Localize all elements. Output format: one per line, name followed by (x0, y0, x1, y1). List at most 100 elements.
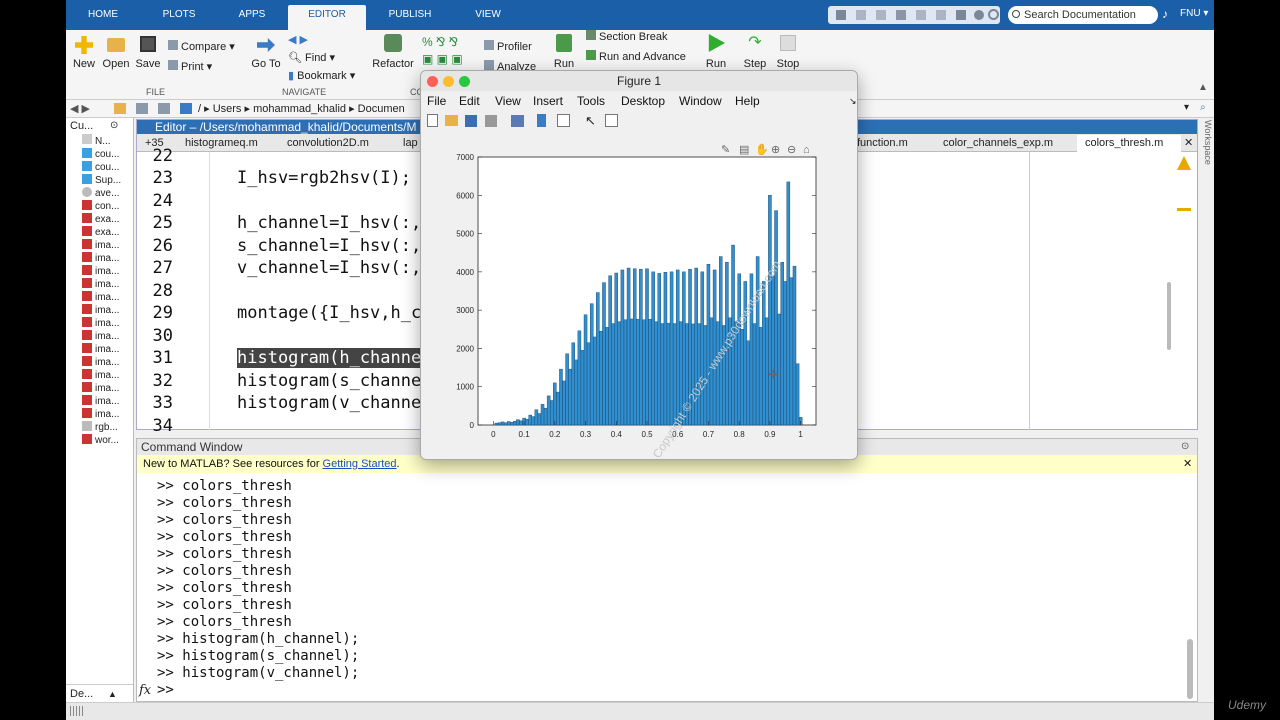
file-item[interactable]: ima... (82, 408, 119, 420)
file-item[interactable]: ima... (82, 291, 119, 303)
file-item[interactable]: ima... (82, 278, 119, 290)
file-item[interactable]: ima... (82, 369, 119, 381)
help-icon[interactable] (974, 10, 984, 20)
tab-view[interactable]: VIEW (468, 7, 508, 30)
menu-desktop[interactable]: Desktop (621, 91, 665, 111)
cut-icon[interactable] (856, 10, 866, 20)
file-item[interactable]: wor... (82, 434, 119, 446)
file-item[interactable]: cou... (82, 161, 119, 173)
nav-back-forward-icons[interactable]: ◀ ▶ (70, 102, 90, 115)
undock-icon[interactable]: ↘ (849, 91, 857, 111)
command-menu-icon[interactable]: ⊙ (1181, 441, 1189, 452)
print-button[interactable]: Print ▾ (168, 60, 228, 73)
colorbar-icon[interactable] (537, 114, 546, 127)
print-figure-icon[interactable] (485, 115, 497, 127)
back-forward-icons[interactable]: ◀ ▶ (288, 33, 328, 46)
file-item[interactable]: rgb... (82, 421, 118, 433)
warning-marker[interactable] (1177, 208, 1191, 211)
tab-histogrameq[interactable]: histogrameq.m (177, 135, 273, 152)
search-documentation-input[interactable]: Search Documentation (1008, 6, 1158, 24)
switch-windows-icon[interactable] (956, 10, 966, 20)
file-item[interactable]: ima... (82, 317, 119, 329)
home-icon[interactable]: ⌂ (803, 144, 810, 156)
copy-icon[interactable] (876, 10, 886, 20)
minimize-window-icon[interactable] (443, 76, 454, 87)
open-file-icon[interactable] (445, 115, 458, 126)
stop-button[interactable]: Stop (774, 34, 802, 70)
up-folder-icon[interactable] (114, 103, 126, 114)
file-item[interactable]: exa... (82, 213, 119, 225)
browse-icon[interactable] (136, 103, 148, 114)
file-item[interactable]: Sup... (82, 174, 121, 186)
run-section-button[interactable]: Run (550, 34, 578, 70)
file-item[interactable]: exa... (82, 226, 119, 238)
step-button[interactable]: ↷ Step (740, 34, 770, 70)
name-column-header[interactable]: N... (82, 134, 111, 147)
command-prompt[interactable]: >> (157, 682, 174, 698)
profiler-button[interactable]: Profiler (484, 40, 538, 53)
file-item[interactable]: ima... (82, 330, 119, 342)
pointer-icon[interactable]: ↖ (585, 113, 596, 129)
file-item[interactable]: ima... (82, 382, 119, 394)
zoom-out-icon[interactable]: ⊖ (787, 144, 796, 156)
run-advance-button[interactable]: Run and Advance (586, 50, 686, 63)
open-button[interactable]: Open (102, 36, 130, 70)
pan-icon[interactable]: ✋ (755, 143, 769, 156)
tab-colors-thresh[interactable]: colors_thresh.m (1077, 135, 1181, 152)
menu-edit[interactable]: Edit (459, 91, 480, 111)
goto-button[interactable]: Go To (248, 36, 284, 70)
save-button[interactable]: Save (134, 36, 162, 70)
zoom-window-icon[interactable] (459, 76, 470, 87)
editor-scrollbar[interactable] (1167, 282, 1171, 350)
compare-button[interactable]: Compare ▾ (168, 40, 240, 53)
collapse-ribbon-icon[interactable]: ▲ (1198, 82, 1208, 93)
tab-publish[interactable]: PUBLISH (384, 7, 436, 30)
property-inspector-icon[interactable] (605, 114, 618, 127)
find-button[interactable]: 🔍︎ Find ▾ (288, 51, 348, 64)
bell-icon[interactable]: ♪ (1162, 8, 1174, 20)
tab-convolution2d[interactable]: convolution2D.m (279, 135, 391, 152)
close-tab-icon[interactable]: ✕ (1184, 136, 1193, 149)
file-item[interactable]: ave... (82, 187, 119, 199)
menu-file[interactable]: File (427, 91, 446, 111)
paste-icon[interactable] (896, 10, 906, 20)
user-menu[interactable]: FNU ▾ (1180, 8, 1208, 19)
details-panel[interactable]: De... ▲ (66, 684, 133, 702)
link-plot-icon[interactable] (511, 115, 524, 127)
close-window-icon[interactable] (427, 76, 438, 87)
save-icon[interactable] (836, 10, 846, 20)
section-break-button[interactable]: Section Break (586, 30, 686, 43)
redo-icon[interactable] (936, 10, 946, 20)
new-button[interactable]: New (70, 36, 98, 70)
file-item[interactable]: ima... (82, 252, 119, 264)
menu-insert[interactable]: Insert (533, 91, 563, 111)
close-banner-icon[interactable]: ✕ (1183, 455, 1192, 473)
menu-window[interactable]: Window (679, 91, 722, 111)
command-scrollbar[interactable] (1187, 639, 1193, 699)
menu-tools[interactable]: Tools (577, 91, 605, 111)
save-figure-icon[interactable] (465, 115, 477, 127)
file-item[interactable]: ima... (82, 265, 119, 277)
undo-icon[interactable] (916, 10, 926, 20)
tab-home[interactable]: HOME (80, 7, 126, 30)
comment-indent-icons[interactable]: % ⅋ ⅋ ▣ ▣ ▣ (422, 34, 478, 70)
run-button[interactable]: Run (702, 34, 730, 70)
address-search-icon[interactable]: ⌕ (1200, 102, 1206, 113)
file-item[interactable]: ima... (82, 239, 119, 251)
file-item[interactable]: ima... (82, 356, 119, 368)
datatip-icon[interactable]: ▤ (739, 144, 749, 156)
settings-icon[interactable] (988, 9, 999, 20)
file-item[interactable]: ima... (82, 395, 119, 407)
file-item[interactable]: ima... (82, 343, 119, 355)
tab-function[interactable]: function.m (849, 135, 925, 152)
menu-help[interactable]: Help (735, 91, 760, 111)
legend-icon[interactable] (557, 114, 570, 127)
refactor-button[interactable]: Refactor (372, 34, 414, 70)
breadcrumb[interactable]: / ▸ Users ▸ mohammad_khalid ▸ Documen (198, 102, 405, 115)
panel-menu-icon[interactable]: ⊙ (110, 120, 118, 131)
tab-plots[interactable]: PLOTS (152, 7, 206, 30)
brush-icon[interactable]: ✎ (721, 144, 730, 156)
menu-view[interactable]: View (495, 91, 521, 111)
refresh-icon[interactable] (158, 103, 170, 114)
tab-apps[interactable]: APPS (230, 7, 274, 30)
